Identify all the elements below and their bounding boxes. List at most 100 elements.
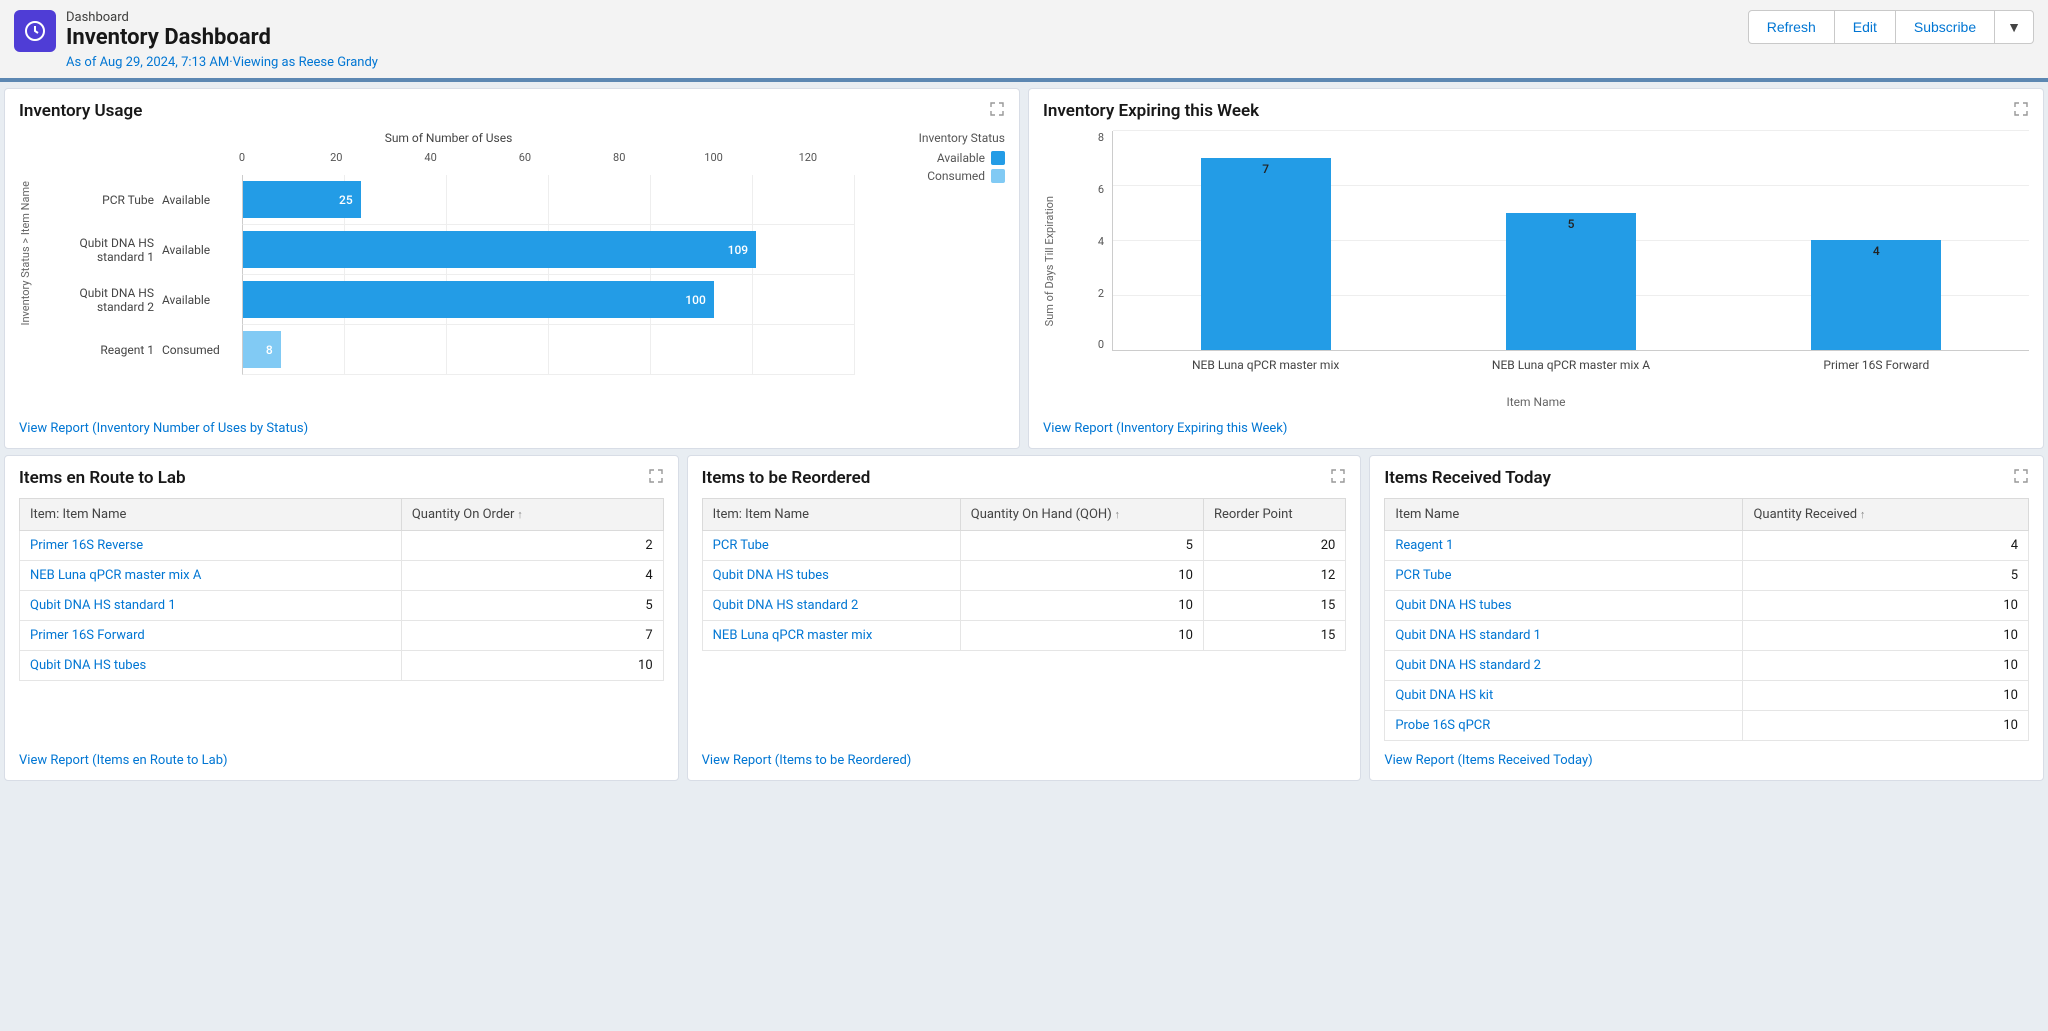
header-actions: Refresh Edit Subscribe ▼ — [1748, 10, 2034, 44]
cell-value: 12 — [1203, 561, 1345, 591]
table-row: Primer 16S Forward 7 — [20, 621, 664, 651]
cell-value: 10 — [1743, 651, 2029, 681]
cell-value: 20 — [1203, 531, 1345, 561]
card-items-reorder: Items to be Reordered Item: Item Name Qu… — [687, 455, 1362, 781]
item-link[interactable]: Primer 16S Forward — [30, 628, 145, 643]
view-report-link[interactable]: View Report (Inventory Number of Uses by… — [19, 421, 1005, 436]
expand-icon[interactable] — [648, 468, 664, 484]
vbar-bar[interactable]: 7 — [1201, 158, 1331, 351]
xtick: 20 — [330, 151, 342, 164]
item-link[interactable]: NEB Luna qPCR master mix A — [30, 568, 201, 583]
legend-swatch-available — [991, 151, 1005, 165]
ytick: 6 — [1098, 183, 1104, 196]
legend-label: Consumed — [927, 169, 985, 183]
col-qoh[interactable]: Quantity On Hand (QOH) — [960, 499, 1203, 531]
view-report-link[interactable]: View Report (Items to be Reordered) — [702, 753, 1347, 768]
col-qty-on-order[interactable]: Quantity On Order — [401, 499, 663, 531]
table-row: PCR Tube 5 — [1385, 561, 2029, 591]
cell-value: 10 — [401, 651, 663, 681]
table-row: Qubit DNA HS tubes1012 — [702, 561, 1346, 591]
col-item-name[interactable]: Item: Item Name — [20, 499, 402, 531]
ytick: 2 — [1098, 287, 1104, 300]
col-item-name[interactable]: Item: Item Name — [702, 499, 960, 531]
hbar-status-label: Available — [162, 293, 242, 307]
expand-icon[interactable] — [2013, 468, 2029, 484]
card-title: Inventory Expiring this Week — [1043, 101, 2029, 121]
subscribe-button[interactable]: Subscribe — [1896, 10, 1995, 44]
xtick: 40 — [424, 151, 436, 164]
hbar-track: 109 — [242, 225, 855, 275]
item-link[interactable]: Qubit DNA HS tubes — [30, 658, 146, 673]
view-report-link[interactable]: View Report (Items Received Today) — [1384, 753, 2029, 768]
item-link[interactable]: Qubit DNA HS standard 1 — [30, 598, 176, 613]
item-link[interactable]: Qubit DNA HS standard 2 — [713, 598, 859, 613]
xtick: 60 — [519, 151, 531, 164]
item-link[interactable]: Probe 16S qPCR — [1395, 718, 1490, 733]
hbar-row: PCR TubeAvailable25 — [42, 175, 855, 225]
vbar-value-label: 4 — [1873, 244, 1880, 258]
item-link[interactable]: Qubit DNA HS tubes — [713, 568, 829, 583]
more-actions-button[interactable]: ▼ — [1995, 10, 2034, 44]
expand-icon[interactable] — [2013, 101, 2029, 117]
col-reorder-point[interactable]: Reorder Point — [1203, 499, 1345, 531]
hbar-bar[interactable]: 25 — [243, 181, 361, 218]
vbar-col: 5NEB Luna qPCR master mix A — [1448, 213, 1693, 351]
card-title: Items en Route to Lab — [19, 468, 664, 488]
hbar-item-label: PCR Tube — [42, 193, 162, 207]
table-row: Qubit DNA HS tubes10 — [1385, 591, 2029, 621]
item-link[interactable]: PCR Tube — [1395, 568, 1451, 583]
table-row: PCR Tube 520 — [702, 531, 1346, 561]
hbar-bar[interactable]: 100 — [243, 281, 714, 318]
vbar-col: 7NEB Luna qPCR master mix — [1143, 158, 1388, 351]
card-title: Items to be Reordered — [702, 468, 1347, 488]
cell-value: 15 — [1203, 591, 1345, 621]
cell-value: 15 — [1203, 621, 1345, 651]
vbar-bar[interactable]: 5 — [1506, 213, 1636, 351]
cell-value: 5 — [960, 531, 1203, 561]
hbar-track: 25 — [242, 175, 855, 225]
vbar-value-label: 7 — [1262, 162, 1269, 176]
item-link[interactable]: PCR Tube — [713, 538, 769, 553]
cell-value: 10 — [960, 591, 1203, 621]
item-link[interactable]: Qubit DNA HS tubes — [1395, 598, 1511, 613]
item-link[interactable]: Primer 16S Reverse — [30, 538, 143, 553]
view-report-link[interactable]: View Report (Inventory Expiring this Wee… — [1043, 421, 2029, 436]
cell-value: 7 — [401, 621, 663, 651]
hbar-bar[interactable]: 8 — [243, 331, 281, 368]
col-qty-received[interactable]: Quantity Received — [1743, 499, 2029, 531]
hbar-track: 100 — [242, 275, 855, 325]
cell-value: 5 — [1743, 561, 2029, 591]
hbar-status-label: Available — [162, 193, 242, 207]
expand-icon[interactable] — [989, 101, 1005, 117]
ytick: 8 — [1098, 131, 1104, 144]
legend: Inventory Status Available Consumed — [865, 131, 1005, 187]
item-link[interactable]: Qubit DNA HS standard 1 — [1395, 628, 1541, 643]
col-item-name[interactable]: Item Name — [1385, 499, 1743, 531]
xtick: 120 — [799, 151, 818, 164]
item-link[interactable]: Qubit DNA HS standard 2 — [1395, 658, 1541, 673]
card-items-received: Items Received Today Item Name Quantity … — [1369, 455, 2044, 781]
yaxis-label: Inventory Status > Item Name — [19, 181, 32, 326]
xtick: 0 — [239, 151, 245, 164]
item-link[interactable]: Reagent 1 — [1395, 538, 1453, 553]
vbar-bar[interactable]: 4 — [1811, 240, 1941, 350]
expand-icon[interactable] — [1330, 468, 1346, 484]
vbar-col: 4Primer 16S Forward — [1754, 240, 1999, 350]
card-title: Items Received Today — [1384, 468, 2029, 488]
hbar-bar[interactable]: 109 — [243, 231, 756, 268]
cell-value: 10 — [960, 621, 1203, 651]
table-row: Qubit DNA HS standard 110 — [1385, 621, 2029, 651]
cell-value: 2 — [401, 531, 663, 561]
table-row: Primer 16S Reverse 2 — [20, 531, 664, 561]
edit-button[interactable]: Edit — [1835, 10, 1896, 44]
dashboard-app-icon — [14, 10, 56, 52]
viewing-as-subline[interactable]: As of Aug 29, 2024, 7:13 AM·Viewing as R… — [66, 55, 378, 70]
table-received: Item Name Quantity Received Reagent 14PC… — [1384, 498, 2029, 741]
item-link[interactable]: Qubit DNA HS kit — [1395, 688, 1493, 703]
item-link[interactable]: NEB Luna qPCR master mix — [713, 628, 873, 643]
legend-swatch-consumed — [991, 169, 1005, 183]
hbar-item-label: Qubit DNA HS standard 1 — [42, 236, 162, 264]
card-inventory-usage: Inventory Usage Inventory Status > Item … — [4, 88, 1020, 449]
refresh-button[interactable]: Refresh — [1748, 10, 1835, 44]
view-report-link[interactable]: View Report (Items en Route to Lab) — [19, 753, 664, 768]
